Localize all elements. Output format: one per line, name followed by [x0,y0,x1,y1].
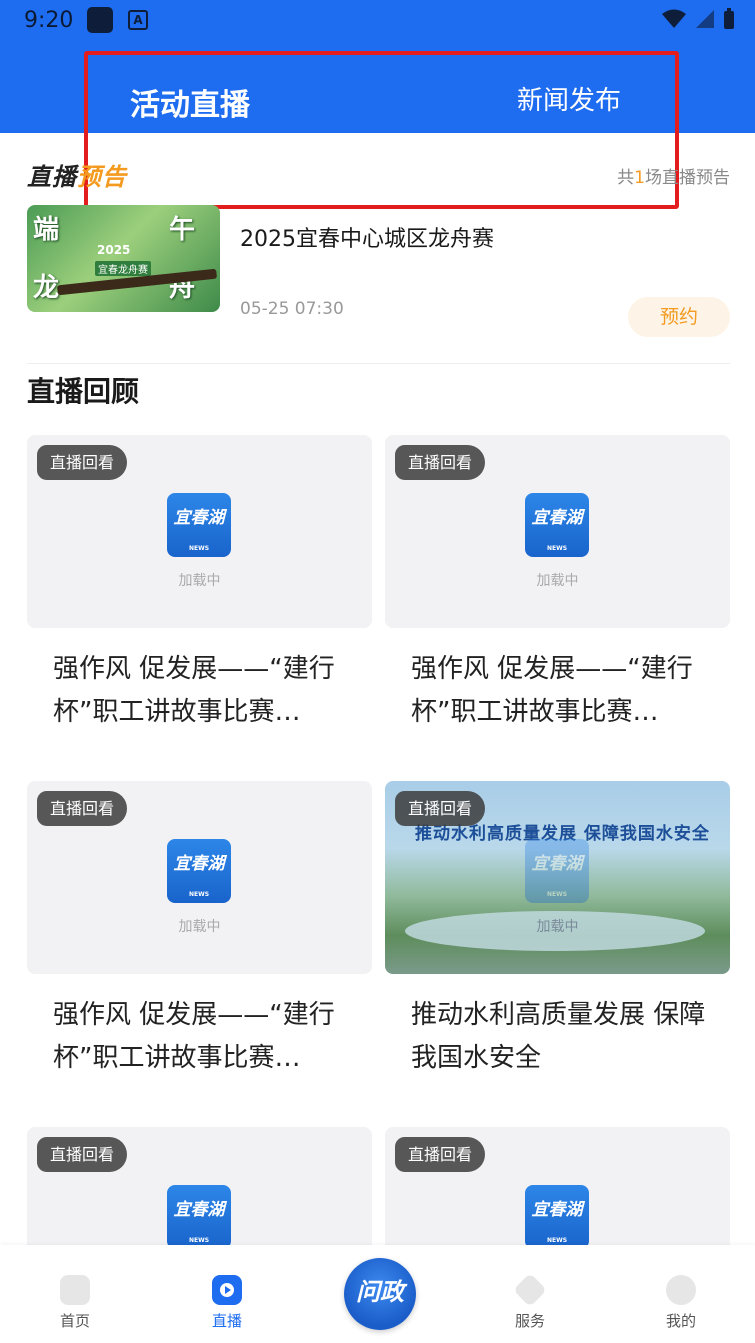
reserve-button[interactable]: 预约 [628,297,730,337]
tab-live[interactable]: 活动直播 [130,80,250,124]
app-logo-icon: 宜春湖 NEWS [525,1185,589,1249]
replay-badge: 直播回看 [37,1137,128,1172]
nav-label: 我的 [665,1312,696,1330]
thumb-char: 龙 [33,273,60,303]
replay-card-image[interactable]: 直播回看 宜春湖 NEWS 加载中 [385,435,730,628]
replay-badge: 直播回看 [395,791,486,826]
replay-card-title[interactable]: 强作风 促发展——“建行杯”职工讲故事比赛… [411,648,711,734]
replay-section-title: 直播回顾 [27,375,140,408]
center-wenzheng-button[interactable]: 问政 [344,1258,416,1330]
status-time: 9:20 [24,8,74,33]
thumb-char: 午 [169,215,196,245]
home-icon [60,1275,90,1305]
status-indicators [661,8,735,30]
nav-mine[interactable]: 我的 [651,1275,711,1331]
service-icon [513,1273,547,1307]
loading-text: 加载中 [536,919,579,935]
live-preview-header: 直播预告 共1场直播预告 [27,155,730,191]
loading-text: 加载中 [536,573,579,589]
thumb-char: 端 [33,215,60,245]
upcoming-event[interactable]: 端 午 龙 舟 2025 宜春龙舟赛 2025宜春中心城区龙舟赛 05-25 0… [27,205,730,345]
replay-card-title[interactable]: 强作风 促发展——“建行杯”职工讲故事比赛… [53,994,353,1080]
event-time: 05-25 07:30 [240,299,344,319]
loading-text: 加载中 [178,573,221,589]
replay-badge: 直播回看 [37,791,128,826]
nav-service[interactable]: 服务 [500,1273,560,1331]
battery-icon [724,8,734,29]
profile-icon [666,1275,696,1305]
replay-badge: 直播回看 [37,445,128,480]
thumb-subtitle: 宜春龙舟赛 [95,261,151,276]
replay-badge: 直播回看 [395,445,486,480]
play-icon [212,1275,242,1305]
app-logo-icon: 宜春湖 NEWS [525,493,589,557]
nav-label: 直播 [211,1312,242,1330]
event-title[interactable]: 2025宜春中心城区龙舟赛 [240,221,494,253]
app-notification-icon [87,7,113,33]
app-logo-icon: 宜春湖 NEWS [525,839,589,903]
status-bar: 9:20 A [0,0,755,42]
signal-icon [696,10,714,28]
divider [27,363,730,364]
top-header: 9:20 A 活动直播 新闻发布 [0,0,755,133]
nav-home[interactable]: 首页 [45,1275,105,1331]
nav-live[interactable]: 直播 [197,1275,257,1331]
replay-card-title[interactable]: 推动水利高质量发展 保障我国水安全 [411,994,711,1080]
header-tabs: 活动直播 新闻发布 [0,65,755,135]
preview-count: 共1场直播预告 [617,168,730,188]
loading-text: 加载中 [178,919,221,935]
wifi-icon [662,9,686,28]
app-logo-icon: 宜春湖 NEWS [167,1185,231,1249]
replay-card-image[interactable]: 推动水利高质量发展 保障我国水安全 直播回看 宜春湖 NEWS 加载中 [385,781,730,974]
app-logo-icon: 宜春湖 NEWS [167,839,231,903]
replay-card-image[interactable]: 直播回看 宜春湖 NEWS 加载中 [27,781,372,974]
nav-label: 服务 [514,1312,545,1330]
live-preview-logo: 直播预告 [27,163,127,191]
replay-badge: 直播回看 [395,1137,486,1172]
app-logo-icon: 宜春湖 NEWS [167,493,231,557]
thumb-year: 2025 [97,243,131,257]
a-notification-icon: A [128,10,148,30]
nav-label: 首页 [59,1312,90,1330]
replay-card-image[interactable]: 直播回看 宜春湖 NEWS 加载中 [27,435,372,628]
replay-card-title[interactable]: 强作风 促发展——“建行杯”职工讲故事比赛… [53,648,353,734]
event-thumbnail[interactable]: 端 午 龙 舟 2025 宜春龙舟赛 [27,205,220,312]
tab-news[interactable]: 新闻发布 [517,80,621,117]
